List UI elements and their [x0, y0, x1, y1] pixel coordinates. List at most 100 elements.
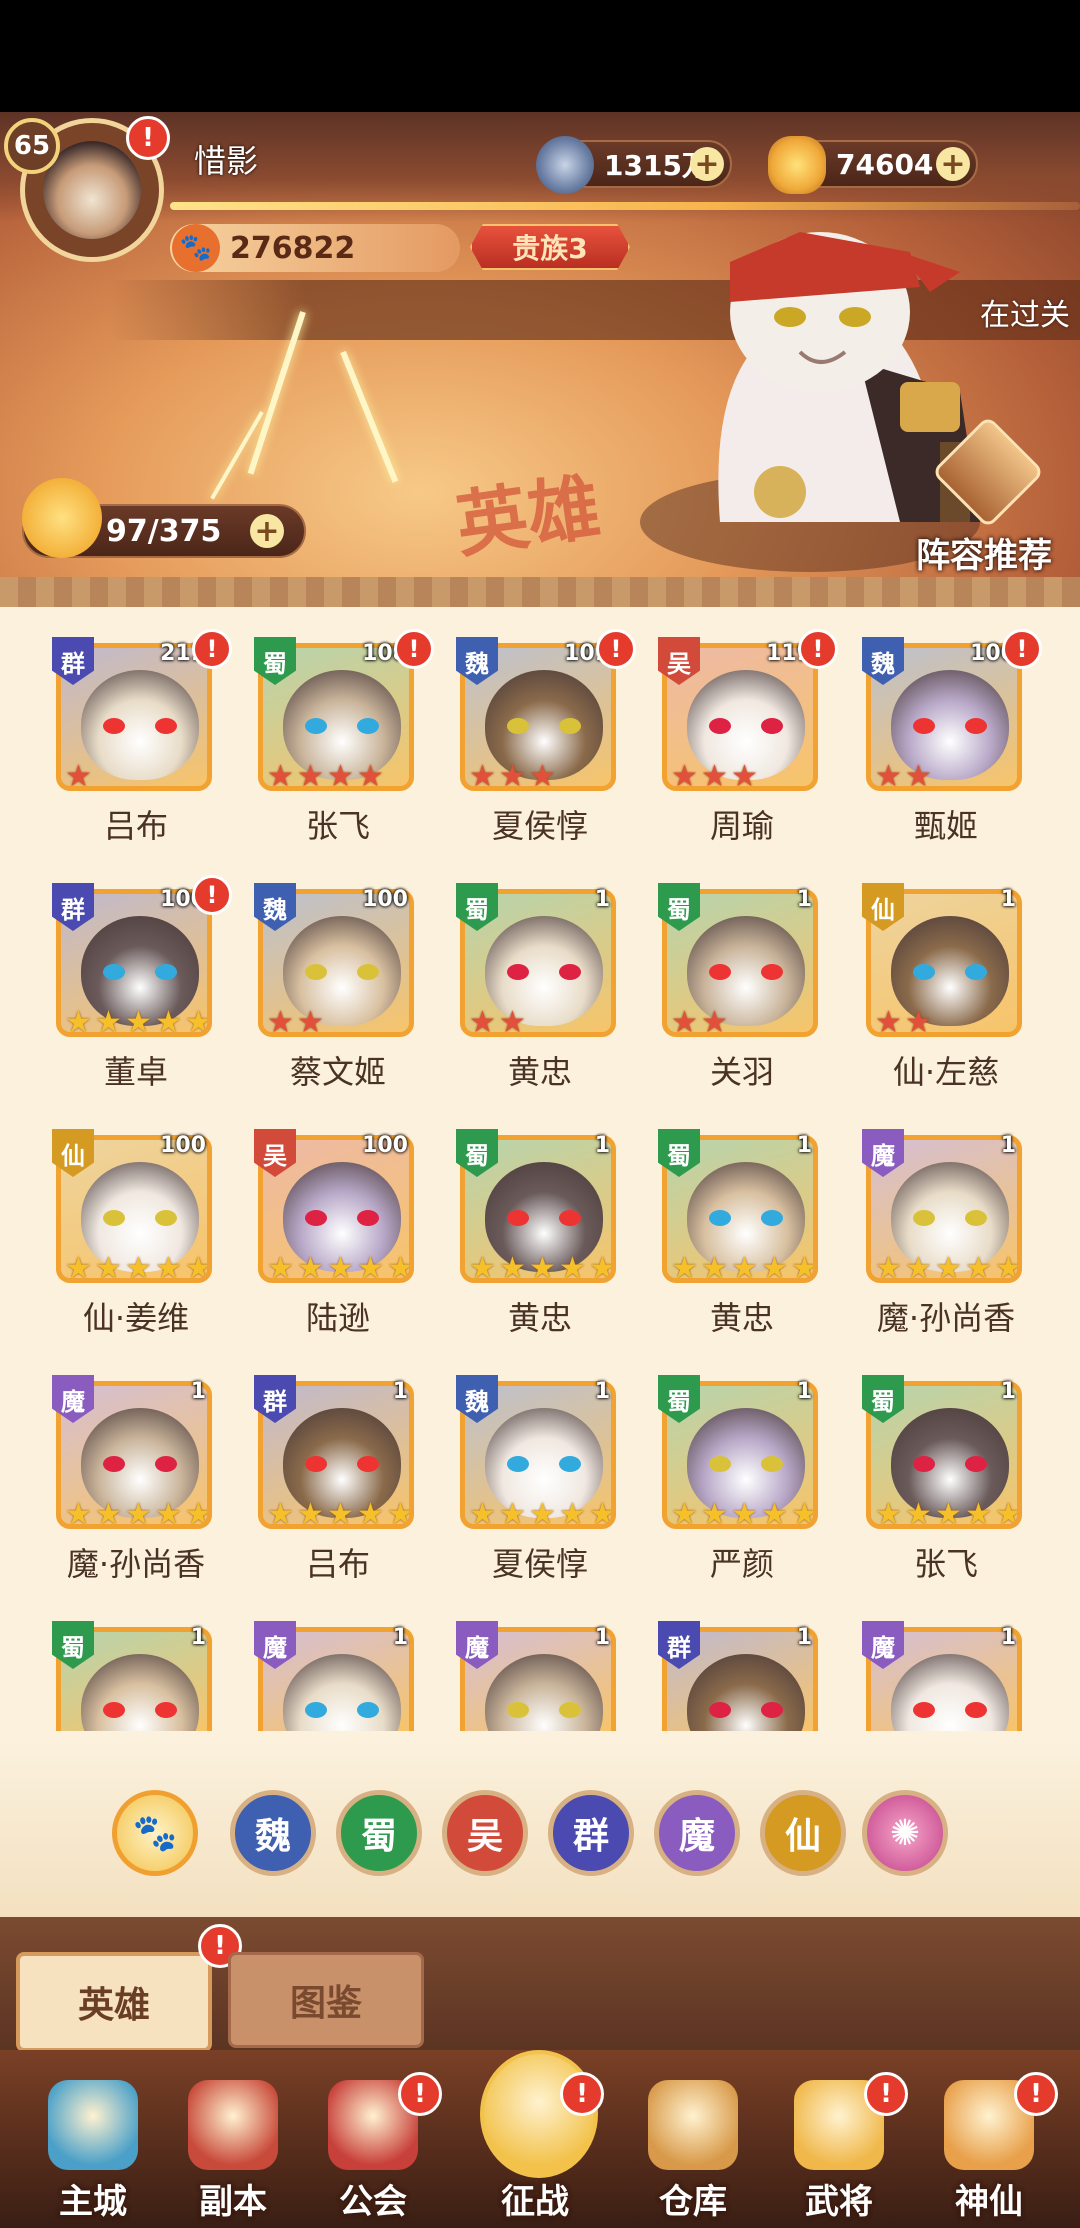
- hero-name: 蔡文姬: [289, 1053, 386, 1091]
- hero-level: 1: [190, 1625, 206, 1650]
- star-icon: ★: [65, 1497, 92, 1529]
- star-icon: ★: [965, 1497, 992, 1529]
- nav-item[interactable]: 主城: [28, 2070, 158, 2222]
- filter-faction-button[interactable]: 蜀: [336, 1790, 422, 1876]
- noble-badge[interactable]: 贵族3: [470, 224, 630, 270]
- hero-eye: [761, 1702, 783, 1718]
- star-icon: ★: [499, 1005, 526, 1037]
- filter-faction-button[interactable]: 仙: [760, 1790, 846, 1876]
- hero-alert-icon: !: [192, 875, 232, 915]
- energy-value: 97/375: [106, 513, 222, 549]
- gold-counter[interactable]: 74604 +: [768, 136, 978, 194]
- hero-stars: ★: [65, 762, 95, 787]
- add-coins-button[interactable]: +: [690, 147, 724, 182]
- filter-faction-button[interactable]: 吴: [442, 1790, 528, 1876]
- filter-faction-button[interactable]: 群: [548, 1790, 634, 1876]
- energy-icon: [22, 478, 102, 558]
- hero-eye: [965, 1702, 987, 1718]
- hero-level: 100: [362, 1133, 408, 1158]
- card-icon: [931, 415, 1045, 529]
- hero-eye: [709, 1456, 731, 1472]
- nav-item[interactable]: 神仙!: [924, 2070, 1058, 2222]
- star-icon: ★: [95, 1497, 122, 1529]
- filter-all-button[interactable]: 🐾: [112, 1790, 198, 1876]
- hero-title-art: 英雄: [450, 463, 606, 568]
- star-icon: ★: [267, 759, 294, 791]
- star-icon: ★: [155, 1005, 182, 1037]
- hero-eye: [155, 1210, 177, 1226]
- hero-stars: ★ ★ ★ ★ ★: [267, 1497, 409, 1529]
- star-icon: ★: [671, 1251, 698, 1283]
- tab-codex[interactable]: 图鉴: [228, 1952, 424, 2048]
- filter-special-button[interactable]: ✺: [862, 1790, 948, 1876]
- star-icon: ★: [731, 1251, 758, 1283]
- nav-item[interactable]: 征战!: [470, 2050, 604, 2222]
- hero-eye: [507, 964, 529, 980]
- star-icon: ★: [935, 1251, 962, 1283]
- hero-level: 1: [190, 1379, 206, 1404]
- hero-stars: ★ ★: [671, 1005, 731, 1037]
- hero-level: 1: [796, 887, 812, 912]
- hero-face: [687, 1654, 805, 1731]
- hero-name: 仙·姜维: [82, 1299, 190, 1337]
- star-icon: ★: [469, 1005, 496, 1037]
- hero-stars: ★ ★ ★: [671, 759, 761, 791]
- hero-name: 夏侯惇: [491, 1545, 588, 1583]
- add-energy-button[interactable]: +: [250, 514, 284, 549]
- hero-stars: ★ ★: [875, 1008, 935, 1033]
- hero-name: 严颜: [709, 1545, 774, 1583]
- hero-stars: ★ ★: [469, 1005, 529, 1037]
- star-icon: ★: [671, 1005, 698, 1037]
- star-icon: ★: [701, 759, 728, 791]
- hero-stars: ★ ★ ★ ★ ★: [671, 1251, 813, 1283]
- nav-item[interactable]: 副本: [168, 2070, 298, 2222]
- filter-faction-button[interactable]: 魏: [230, 1790, 316, 1876]
- star-icon: ★: [559, 1497, 586, 1529]
- star-icon: ★: [905, 1251, 932, 1283]
- hero-level: 1: [796, 1379, 812, 1404]
- hero-level: 1: [1000, 1133, 1016, 1158]
- hero-eye: [305, 1210, 327, 1226]
- hero-level: 1: [594, 1133, 610, 1158]
- gold-ingot-icon: [768, 136, 826, 194]
- filter-faction-button[interactable]: 魔: [654, 1790, 740, 1876]
- star-icon: ★: [267, 1251, 294, 1283]
- coins-counter[interactable]: 1315万 +: [536, 136, 732, 194]
- gold-value: 74604: [836, 147, 934, 181]
- hero-level: 1: [594, 1625, 610, 1650]
- hero-alert-icon: !: [798, 629, 838, 669]
- star-icon: ★: [731, 1497, 758, 1529]
- hero-eye: [103, 718, 125, 734]
- star-icon: ★: [875, 1251, 902, 1283]
- hero-level: 1: [796, 1625, 812, 1650]
- nav-item[interactable]: 公会!: [308, 2070, 442, 2222]
- hero-level: 100: [160, 1133, 206, 1158]
- star-icon: ★: [65, 1005, 92, 1037]
- star-icon: ★: [95, 1251, 122, 1283]
- add-gold-button[interactable]: +: [936, 147, 970, 182]
- hero-eye: [357, 964, 379, 980]
- nav-label: 主城: [59, 2182, 127, 2222]
- star-icon: ★: [267, 1497, 294, 1529]
- hero-eye: [965, 718, 987, 734]
- hero-level: 1: [594, 1379, 610, 1404]
- nav-item[interactable]: 武将!: [774, 2070, 908, 2222]
- hero-face: [485, 1654, 603, 1731]
- nav-alert-icon: !: [864, 2072, 908, 2116]
- tab-hero[interactable]: 英雄: [16, 1952, 212, 2052]
- hero-face: [283, 1654, 401, 1731]
- hero-stars: ★ ★: [875, 762, 935, 787]
- hero-level: 1: [1000, 1625, 1016, 1650]
- star-icon: ★: [589, 1497, 616, 1529]
- star-icon: ★: [761, 1497, 788, 1529]
- paw-icon: 🐾: [172, 224, 220, 272]
- hero-eye: [357, 1456, 379, 1472]
- nav-item[interactable]: 仓库: [628, 2070, 758, 2222]
- hero-eye: [913, 1702, 935, 1718]
- lineup-recommend-button[interactable]: 阵容推荐: [894, 415, 1074, 576]
- nav-icon: [648, 2080, 738, 2170]
- star-icon: ★: [469, 1497, 496, 1529]
- hero-name: 黄忠: [507, 1299, 572, 1337]
- star-icon: ★: [297, 1251, 324, 1283]
- star-icon: ★: [357, 1251, 384, 1283]
